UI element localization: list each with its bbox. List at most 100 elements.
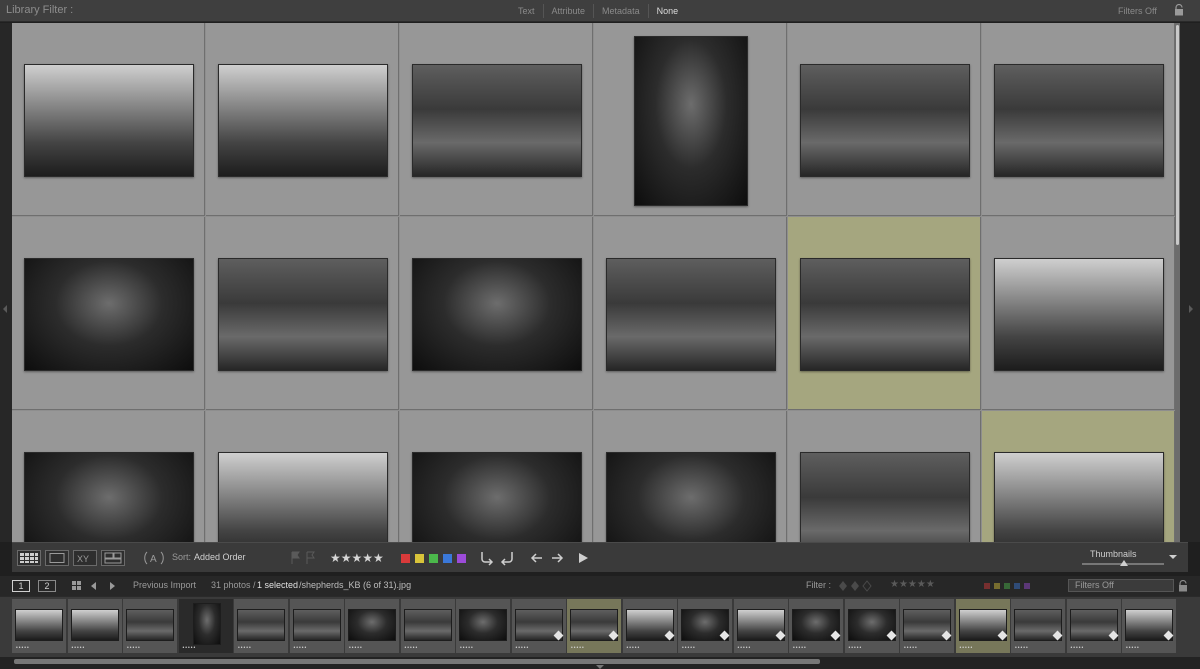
grid-cell[interactable]	[400, 411, 593, 542]
filmstrip-cell[interactable]: •••••	[622, 599, 677, 653]
filter-color-label[interactable]	[994, 583, 1000, 589]
current-file-name[interactable]: /shepherds_KB (6 of 31).jpg	[299, 580, 411, 590]
grid-cell[interactable]	[206, 23, 399, 216]
filters-off-dropdown[interactable]: Filters Off	[1118, 6, 1157, 16]
filter-color-label[interactable]	[1014, 583, 1020, 589]
right-panel-toggle[interactable]	[1180, 23, 1200, 542]
filmstrip-lock-icon[interactable]	[1178, 580, 1188, 592]
color-label-button[interactable]	[429, 554, 438, 563]
thumbnail-slider-knob[interactable]	[1120, 560, 1128, 566]
left-panel-toggle[interactable]	[0, 23, 12, 542]
play-icon[interactable]	[576, 551, 590, 565]
filmstrip-cell[interactable]: •••••	[12, 599, 66, 653]
filmstrip-cell[interactable]: •••••	[178, 599, 233, 653]
photo-thumbnail[interactable]	[412, 64, 582, 177]
filter-rating-stars[interactable]: ★★★★★	[890, 579, 935, 590]
photo-thumbnail[interactable]	[24, 452, 194, 542]
grid-cell[interactable]	[982, 217, 1175, 410]
filmstrip-thumbnail[interactable]	[292, 609, 341, 641]
grid-cell[interactable]	[788, 23, 981, 216]
back-forward-icon[interactable]	[90, 581, 120, 591]
filter-flag-icons[interactable]	[838, 580, 878, 592]
grid-cell[interactable]	[206, 217, 399, 410]
color-label-button[interactable]	[443, 554, 452, 563]
grid-cell[interactable]	[400, 217, 593, 410]
photo-thumbnail[interactable]	[24, 258, 194, 371]
filter-color-label[interactable]	[1004, 583, 1010, 589]
grid-cell[interactable]	[12, 217, 205, 410]
sort-order-dropdown[interactable]: Added Order	[194, 552, 246, 562]
grid-cell[interactable]	[12, 23, 205, 216]
photo-thumbnail[interactable]	[800, 452, 970, 542]
photo-thumbnail[interactable]	[412, 452, 582, 542]
filmstrip-cell[interactable]: •••••	[511, 599, 566, 653]
grid-cell[interactable]	[594, 217, 787, 410]
grid-cell[interactable]	[594, 23, 787, 216]
grid-cell[interactable]	[12, 411, 205, 542]
filmstrip-cell[interactable]: •••••	[1122, 599, 1176, 653]
grid-cell[interactable]	[982, 411, 1175, 542]
grid-cell[interactable]	[206, 411, 399, 542]
filmstrip-thumbnail[interactable]	[459, 609, 507, 641]
filmstrip-thumbnail[interactable]	[15, 609, 63, 641]
filmstrip-cell[interactable]: •••••	[844, 599, 899, 653]
filmstrip-cell[interactable]: •••••	[456, 599, 510, 653]
photo-thumbnail[interactable]	[994, 64, 1164, 177]
filter-color-label[interactable]	[1024, 583, 1030, 589]
photo-thumbnail[interactable]	[994, 258, 1164, 371]
filmstrip-cell[interactable]: •••••	[345, 599, 399, 653]
filmstrip-cell[interactable]: •••••	[400, 599, 455, 653]
filmstrip-cell[interactable]: •••••	[123, 599, 177, 653]
filmstrip-cell[interactable]: •••••	[289, 599, 344, 653]
secondary-display-button[interactable]: 2	[38, 580, 56, 592]
filter-mode-attribute[interactable]: Attribute	[544, 4, 595, 18]
lock-icon[interactable]	[1174, 4, 1184, 16]
color-label-button[interactable]	[401, 554, 410, 563]
primary-display-button[interactable]: 1	[12, 580, 30, 592]
filmstrip-cell[interactable]: •••••	[678, 599, 732, 653]
grid-cell[interactable]	[400, 23, 593, 216]
toolbar-menu-chevron-icon[interactable]	[1167, 553, 1179, 561]
color-label-button[interactable]	[415, 554, 424, 563]
photo-thumbnail[interactable]	[24, 64, 194, 177]
photo-thumbnail[interactable]	[800, 64, 970, 177]
prev-next-arrows-icon[interactable]	[530, 551, 566, 565]
rotate-icons[interactable]	[478, 550, 516, 566]
survey-view-button[interactable]	[101, 550, 125, 566]
photo-thumbnail[interactable]	[218, 452, 388, 542]
photo-thumbnail[interactable]	[218, 258, 388, 371]
filmstrip-cell[interactable]: •••••	[955, 599, 1010, 653]
filmstrip-cell[interactable]: •••••	[234, 599, 288, 653]
grid-cell[interactable]	[788, 411, 981, 542]
filmstrip-cell[interactable]: •••••	[900, 599, 954, 653]
filter-mode-text[interactable]: Text	[510, 4, 544, 18]
filmstrip-cell[interactable]: •••••	[1011, 599, 1065, 653]
filmstrip-cell[interactable]: •••••	[1066, 599, 1121, 653]
filmstrip-thumbnail[interactable]	[237, 609, 285, 641]
filmstrip-thumbnail[interactable]	[348, 609, 396, 641]
filmstrip-thumbnail[interactable]	[70, 609, 119, 641]
filmstrip-toggle-icon[interactable]	[596, 665, 604, 669]
filter-color-label[interactable]	[984, 583, 990, 589]
compare-view-button[interactable]: XY	[73, 550, 97, 566]
grid-cell[interactable]	[594, 411, 787, 542]
filter-mode-metadata[interactable]: Metadata	[594, 4, 649, 18]
photo-thumbnail[interactable]	[606, 258, 776, 371]
grid-scrollbar[interactable]	[1175, 23, 1180, 542]
filmstrip-source[interactable]: Previous Import	[133, 580, 196, 590]
painter-icon[interactable]: A	[142, 549, 166, 567]
grid-view-button[interactable]	[17, 550, 41, 566]
grid-cell[interactable]	[982, 23, 1175, 216]
color-label-button[interactable]	[457, 554, 466, 563]
loupe-view-button[interactable]	[45, 550, 69, 566]
filmstrip-thumbnail[interactable]	[403, 609, 452, 641]
photo-thumbnail[interactable]	[218, 64, 388, 177]
filmstrip-scrollbar-thumb[interactable]	[14, 659, 820, 664]
photo-thumbnail[interactable]	[606, 452, 776, 542]
filmstrip-cell[interactable]: •••••	[567, 599, 621, 653]
filmstrip-filters-off-dropdown[interactable]: Filters Off	[1068, 579, 1174, 592]
photo-thumbnail[interactable]	[994, 452, 1164, 542]
photo-thumbnail[interactable]	[800, 258, 970, 371]
grid-cell[interactable]	[788, 217, 981, 410]
filmstrip-cell[interactable]: •••••	[733, 599, 788, 653]
